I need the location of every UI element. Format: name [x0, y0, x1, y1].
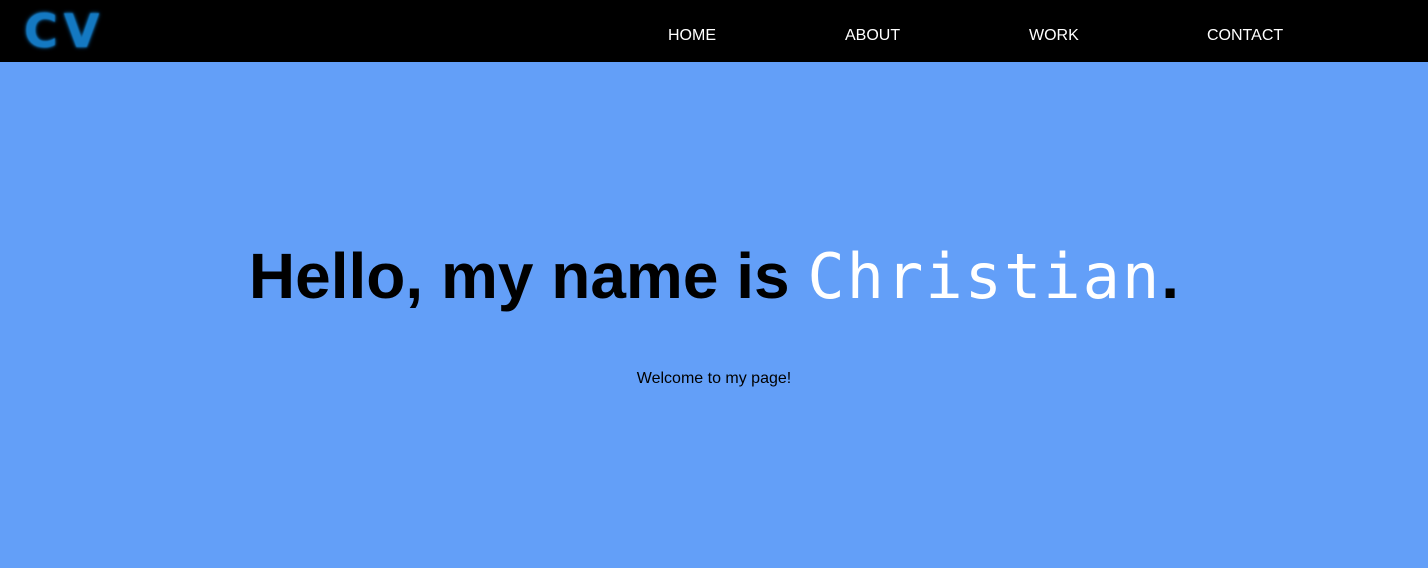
hero-punctuation: . — [1161, 240, 1180, 312]
navbar: CV HOME ABOUT WORK CONTACT — [0, 0, 1428, 62]
hero-name: Christian — [807, 240, 1162, 313]
hero-subtitle: Welcome to my page! — [636, 370, 792, 387]
hero-greeting: Hello, my name is — [248, 240, 808, 312]
hero-heading: Hello, my name is Christian. — [0, 232, 1428, 321]
nav-link-contact[interactable]: CONTACT — [1207, 0, 1283, 62]
nav-link-work[interactable]: WORK — [1029, 0, 1079, 62]
nav-link-home[interactable]: HOME — [668, 0, 716, 62]
nav-link-about[interactable]: ABOUT — [845, 0, 900, 62]
logo[interactable]: CV — [24, 5, 105, 57]
